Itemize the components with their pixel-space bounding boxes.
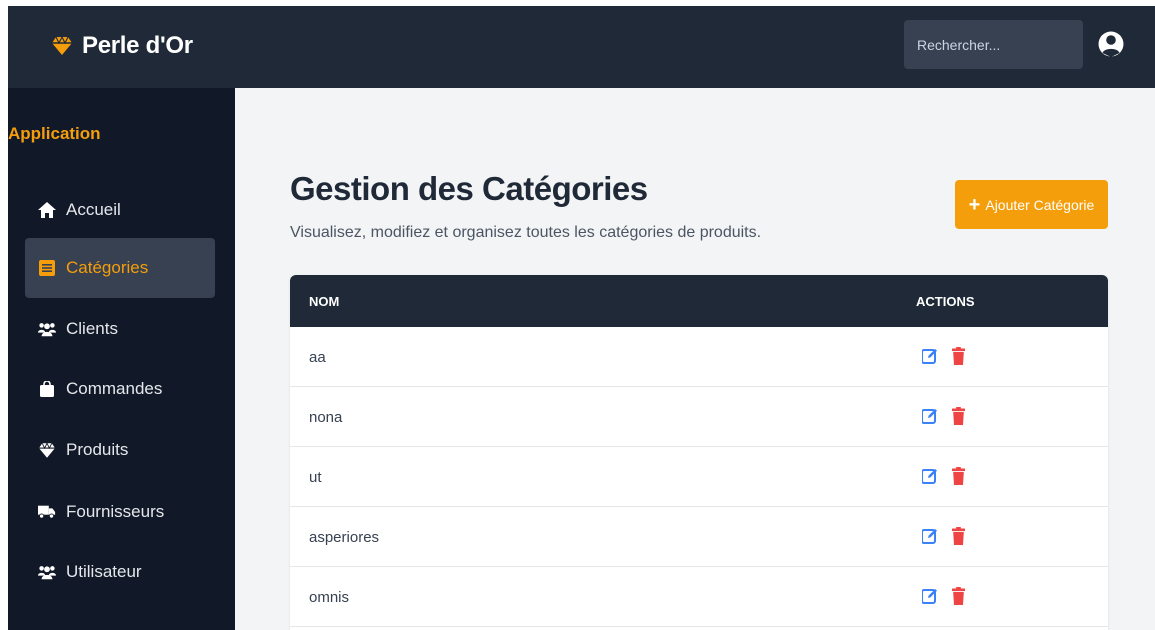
list-icon	[38, 259, 56, 277]
sidebar-item-label: Clients	[66, 319, 118, 338]
table-header: NOM ACTIONS	[290, 275, 1108, 327]
row-actions	[921, 525, 967, 547]
shopping-bag-icon	[38, 380, 56, 398]
table-row: omnis	[290, 567, 1108, 627]
page-subtitle: Visualisez, modifiez et organisez toutes…	[290, 224, 762, 241]
table-row: nona	[290, 387, 1108, 447]
add-category-button[interactable]: + Ajouter Catégorie	[955, 180, 1108, 229]
brand[interactable]: Perle d'Or	[52, 30, 193, 62]
column-header-actions: ACTIONS	[916, 293, 975, 309]
page-title: Gestion des Catégories	[290, 170, 648, 207]
row-actions	[921, 345, 967, 367]
sidebar-item-accueil[interactable]: Accueil	[25, 180, 215, 240]
users-icon	[38, 563, 56, 581]
category-name: nona	[309, 409, 343, 426]
app-window: Perle d'Or Application Accueil Catégorie…	[8, 6, 1155, 630]
categories-table: NOM ACTIONS aa nona ut asperiores omnis	[290, 275, 1108, 630]
sidebar-item-utilisateur[interactable]: Utilisateur	[25, 542, 215, 602]
row-actions	[921, 465, 967, 487]
sidebar: Application Accueil Catégories Clients C…	[8, 88, 235, 630]
plus-icon: +	[968, 193, 981, 216]
sidebar-item-categories[interactable]: Catégories	[25, 238, 215, 298]
category-name: aa	[309, 349, 326, 366]
sidebar-item-label: Produits	[66, 440, 129, 459]
sidebar-item-label: Fournisseurs	[66, 502, 165, 521]
user-icon[interactable]	[1095, 26, 1127, 62]
users-icon	[38, 320, 56, 338]
home-icon	[38, 201, 56, 219]
edit-icon[interactable]	[921, 465, 939, 487]
sidebar-item-commandes[interactable]: Commandes	[25, 359, 215, 419]
category-name: omnis	[309, 589, 350, 606]
trash-icon[interactable]	[949, 465, 967, 487]
trash-icon[interactable]	[949, 405, 967, 427]
sidebar-item-label: Utilisateur	[66, 562, 142, 581]
sidebar-item-produits[interactable]: Produits	[25, 420, 215, 480]
search-input[interactable]	[904, 20, 1083, 69]
edit-icon[interactable]	[921, 585, 939, 607]
table-row: ut	[290, 447, 1108, 507]
column-header-nom: NOM	[309, 293, 340, 309]
edit-icon[interactable]	[921, 525, 939, 547]
sidebar-item-label: Commandes	[66, 379, 163, 398]
table-row: asperiores	[290, 507, 1108, 567]
category-name: asperiores	[309, 529, 380, 546]
gem-icon	[52, 37, 72, 55]
sidebar-item-label: Catégories	[66, 258, 149, 277]
sidebar-heading: Application	[8, 124, 101, 143]
brand-name: Perle d'Or	[82, 32, 193, 59]
edit-icon[interactable]	[921, 345, 939, 367]
gem-icon	[38, 441, 56, 459]
main-content: Gestion des Catégories Visualisez, modif…	[235, 88, 1155, 630]
sidebar-item-label: Accueil	[66, 200, 121, 219]
row-actions	[921, 405, 967, 427]
trash-icon[interactable]	[949, 585, 967, 607]
edit-icon[interactable]	[921, 405, 939, 427]
sidebar-item-clients[interactable]: Clients	[25, 299, 215, 359]
top-bar: Perle d'Or	[8, 6, 1155, 88]
truck-icon	[38, 503, 56, 521]
trash-icon[interactable]	[949, 525, 967, 547]
table-row: aa	[290, 327, 1108, 387]
add-category-label: Ajouter Catégorie	[985, 196, 1095, 213]
trash-icon[interactable]	[949, 345, 967, 367]
category-name: ut	[309, 469, 322, 486]
row-actions	[921, 585, 967, 607]
sidebar-item-fournisseurs[interactable]: Fournisseurs	[25, 482, 215, 542]
